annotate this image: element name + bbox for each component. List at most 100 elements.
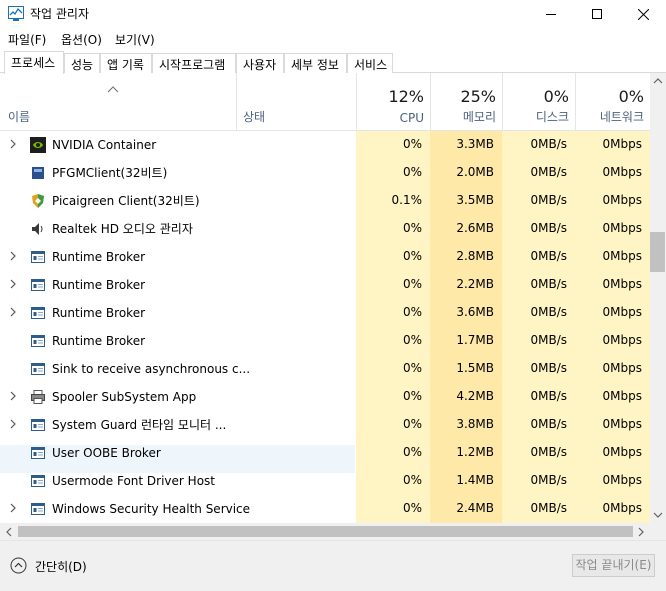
process-name: Runtime Broker — [52, 250, 146, 264]
process-row[interactable]: Runtime Broker 0% 2.2MB 0MB/s 0Mbps — [0, 271, 650, 299]
process-name: NVIDIA Container — [52, 138, 157, 152]
disk-value: 0MB/s — [530, 473, 567, 487]
process-row[interactable]: Windows Security Health Service 0% 2.4MB 0M… — [0, 495, 650, 523]
tab-app-history[interactable]: 앱 기록 — [100, 53, 152, 73]
process-row[interactable]: Sink to receive asynchronous c... 0% 1.5MB… — [0, 355, 650, 383]
disk-value: 0MB/s — [530, 361, 567, 375]
name-column-header[interactable]: 이름 — [0, 73, 236, 130]
network-value: 0Mbps — [602, 333, 642, 347]
status-column-label: 상태 — [243, 110, 266, 124]
process-name: Runtime Broker — [52, 334, 146, 348]
process-row[interactable]: User OOBE Broker 0% 1.2MB 0MB/s 0Mbps — [0, 433, 650, 473]
process-row[interactable]: NVIDIA Container 0% 3.3MB 0MB/s 0Mbps — [0, 131, 650, 159]
memory-value: 3.8MB — [456, 417, 494, 431]
process-row[interactable]: Runtime Broker 0% 2.8MB 0MB/s 0Mbps — [0, 243, 650, 271]
end-task-button[interactable]: 작업 끝내기(E) — [572, 554, 655, 577]
window-icon — [31, 503, 45, 515]
memory-column-header[interactable]: 25% 메모리 — [430, 73, 502, 130]
vertical-scrollbar[interactable] — [650, 73, 666, 523]
status-column-header[interactable]: 상태 — [236, 73, 356, 130]
network-value: 0Mbps — [602, 277, 642, 291]
cpu-value: 0% — [402, 501, 422, 515]
network-value: 0Mbps — [602, 473, 642, 487]
window-icon — [31, 475, 45, 487]
expand-chevron-icon[interactable] — [8, 138, 18, 150]
tab-startup[interactable]: 시작프로그램 — [152, 53, 236, 73]
memory-value: 3.5MB — [456, 193, 494, 207]
process-row[interactable]: Usermode Font Driver Host 0% 1.4MB 0MB/s 0Mb… — [0, 467, 650, 495]
process-name: User OOBE Broker — [52, 446, 161, 460]
tab-performance[interactable]: 성능 — [64, 53, 100, 73]
fewer-details-link[interactable]: 간단히(D) — [35, 558, 87, 575]
network-value: 0Mbps — [602, 417, 642, 431]
process-name: Sink to receive asynchronous c... — [52, 362, 251, 376]
disk-value: 0MB/s — [530, 333, 567, 347]
disk-column-label: 디스크 — [535, 110, 569, 124]
process-name: Realtek HD 오디오 관리자 — [52, 222, 193, 236]
vertical-scroll-thumb[interactable] — [650, 232, 665, 272]
scroll-left-icon[interactable] — [2, 525, 16, 539]
maximize-button[interactable] — [574, 0, 620, 28]
horizontal-scroll-thumb[interactable] — [18, 526, 633, 537]
cpu-value: 0% — [402, 305, 422, 319]
expand-chevron-icon[interactable] — [8, 390, 18, 402]
network-column-label: 네트워크 — [599, 110, 644, 124]
process-name: Picaigreen Client(32비트) — [52, 194, 200, 208]
expand-chevron-icon[interactable] — [8, 306, 18, 318]
process-row[interactable]: System Guard 런타임 모니터 ... 0% 3.8MB 0MB/s 0Mbp… — [0, 411, 650, 439]
expand-chevron-icon[interactable] — [8, 250, 18, 262]
cpu-column-header[interactable]: 12% CPU — [356, 73, 430, 130]
minimize-button[interactable] — [528, 0, 574, 28]
network-value: 0Mbps — [602, 193, 642, 207]
scroll-up-icon[interactable] — [650, 73, 666, 90]
cpu-value: 0% — [402, 361, 422, 375]
process-row[interactable]: Runtime Broker 0% 1.7MB 0MB/s 0Mbps — [0, 327, 650, 355]
cpu-value: 0% — [402, 277, 422, 291]
disk-value: 0MB/s — [530, 193, 567, 207]
memory-value: 2.6MB — [456, 221, 494, 235]
close-button[interactable] — [620, 0, 666, 28]
window-icon — [31, 279, 45, 291]
process-name: Usermode Font Driver Host — [52, 474, 215, 488]
scroll-right-icon[interactable] — [634, 525, 648, 539]
window-icon — [31, 307, 45, 319]
disk-total-percent: 0% — [543, 87, 569, 106]
memory-column-label: 메모리 — [462, 110, 496, 124]
expand-chevron-icon[interactable] — [8, 418, 18, 430]
network-column-header[interactable]: 0% 네트워크 — [575, 73, 650, 130]
process-name: System Guard 런타임 모니터 ... — [52, 418, 227, 432]
process-row[interactable]: PFGMClient(32비트) 0% 2.0MB 0MB/s 0Mbps — [0, 159, 650, 187]
scroll-down-icon[interactable] — [650, 506, 666, 523]
disk-value: 0MB/s — [530, 417, 567, 431]
collapse-circle-icon[interactable] — [10, 557, 27, 574]
network-total-percent: 0% — [618, 87, 644, 106]
menu-view[interactable]: 보기(V) — [115, 31, 155, 48]
process-row[interactable]: Spooler SubSystem App 0% 4.2MB 0MB/s 0Mbps — [0, 383, 650, 411]
cpu-value: 0% — [402, 249, 422, 263]
menu-file[interactable]: 파일(F) — [8, 31, 46, 48]
expand-chevron-icon[interactable] — [8, 502, 18, 514]
cpu-value: 0% — [402, 389, 422, 403]
disk-value: 0MB/s — [530, 389, 567, 403]
disk-column-header[interactable]: 0% 디스크 — [502, 73, 575, 130]
network-value: 0Mbps — [602, 165, 642, 179]
network-value: 0Mbps — [602, 445, 642, 459]
tab-details[interactable]: 세부 정보 — [284, 53, 347, 73]
process-row[interactable]: Realtek HD 오디오 관리자 0% 2.6MB 0MB/s 0Mbps — [0, 215, 650, 243]
menu-options[interactable]: 옵션(O) — [61, 31, 102, 48]
tab-processes[interactable]: 프로세스 — [4, 51, 64, 74]
disk-value: 0MB/s — [530, 165, 567, 179]
shield-icon — [32, 194, 44, 208]
cpu-value: 0% — [402, 221, 422, 235]
network-value: 0Mbps — [602, 501, 642, 515]
disk-value: 0MB/s — [530, 277, 567, 291]
tab-services[interactable]: 서비스 — [347, 53, 393, 73]
tab-users[interactable]: 사용자 — [236, 53, 284, 73]
process-name: Windows Security Health Service — [52, 502, 251, 516]
expand-chevron-icon[interactable] — [8, 278, 18, 290]
process-name-cell[interactable]: Windows Security Health Service — [0, 501, 355, 523]
window-icon — [31, 363, 45, 375]
process-row[interactable]: Runtime Broker 0% 3.6MB 0MB/s 0Mbps — [0, 299, 650, 327]
process-row[interactable]: Picaigreen Client(32비트) 0.1% 3.5MB 0MB/s 0Mb… — [0, 187, 650, 215]
sort-ascending-icon — [107, 86, 119, 93]
